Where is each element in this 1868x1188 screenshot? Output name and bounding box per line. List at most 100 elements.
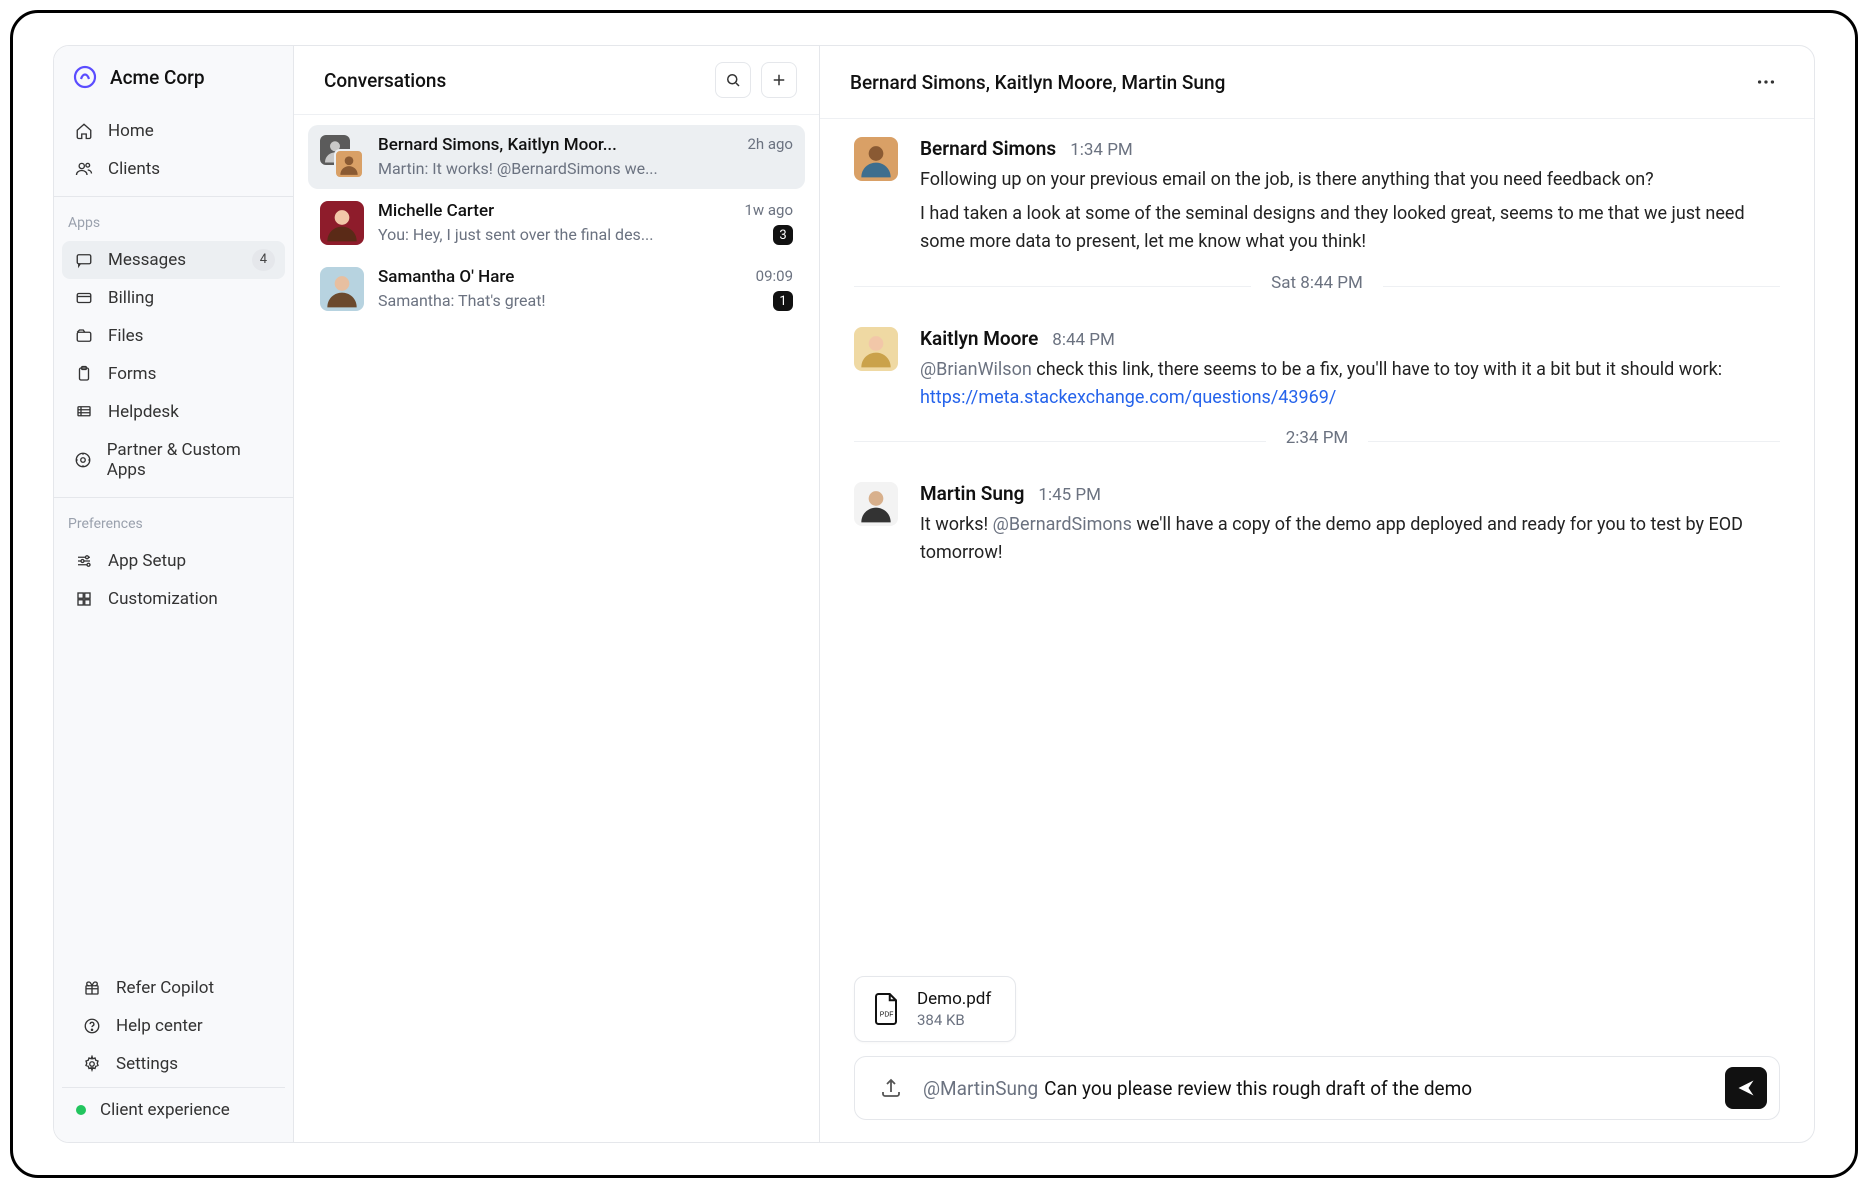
- sidebar-item-clients[interactable]: Clients: [62, 150, 285, 188]
- conversation-item[interactable]: Michelle Carter You: Hey, I just sent ov…: [308, 191, 805, 255]
- conversation-list-header: Conversations: [294, 46, 819, 115]
- message-link[interactable]: https://meta.stackexchange.com/questions…: [920, 387, 1336, 408]
- setup-icon: [74, 551, 94, 571]
- sidebar-item-refer[interactable]: Refer Copilot: [70, 969, 277, 1007]
- sidebar-item-label: Files: [108, 326, 143, 346]
- conversation-list: Conversations: [294, 46, 820, 1142]
- sidebar-item-forms[interactable]: Forms: [62, 355, 285, 393]
- conversation-time: 09:09: [756, 267, 793, 285]
- plus-icon: [770, 71, 788, 89]
- chat-header-title: Bernard Simons, Kaitlyn Moore, Martin Su…: [850, 71, 1225, 94]
- sidebar-item-help-center[interactable]: Help center: [70, 1007, 277, 1045]
- unread-badge: 3: [773, 225, 793, 245]
- chat-more-button[interactable]: [1748, 64, 1784, 100]
- sidebar-item-billing[interactable]: Billing: [62, 279, 285, 317]
- file-pdf-icon: PDF: [871, 991, 901, 1027]
- billing-icon: [74, 288, 94, 308]
- sidebar-item-label: Home: [108, 121, 154, 141]
- upload-button[interactable]: [877, 1074, 905, 1102]
- avatar: [854, 137, 898, 181]
- message-author: Bernard Simons: [920, 137, 1056, 160]
- time-divider: 2:34 PM: [854, 441, 1780, 462]
- brand-logo-icon: [72, 64, 98, 90]
- conversation-time: 2h ago: [747, 135, 793, 153]
- message-time: 1:34 PM: [1070, 140, 1133, 160]
- sidebar-item-label: Settings: [116, 1054, 178, 1074]
- conversation-item[interactable]: Bernard Simons, Kaitlyn Moor... Martin: …: [308, 125, 805, 189]
- conversation-snippet: Samantha: That's great!: [378, 291, 678, 310]
- conversation-time: 1w ago: [744, 201, 793, 219]
- send-button[interactable]: [1725, 1067, 1767, 1109]
- forms-icon: [74, 364, 94, 384]
- status-dot-icon: [76, 1105, 86, 1115]
- mention[interactable]: @BernardSimons: [993, 514, 1132, 535]
- attachment-chip[interactable]: PDF Demo.pdf 384 KB: [854, 976, 1016, 1042]
- sidebar-item-partner-apps[interactable]: Partner & Custom Apps: [62, 431, 285, 489]
- nav-section-apps-label: Apps: [54, 201, 293, 237]
- client-experience[interactable]: Client experience: [62, 1087, 285, 1130]
- sidebar-item-customization[interactable]: Customization: [62, 580, 285, 618]
- message-body: @BrianWilson check this link, there seem…: [920, 356, 1780, 412]
- home-icon: [74, 121, 94, 141]
- search-button[interactable]: [715, 62, 751, 98]
- chat-body: Bernard Simons 1:34 PM Following up on y…: [820, 119, 1814, 976]
- send-icon: [1736, 1078, 1756, 1098]
- sidebar-item-label: Messages: [108, 250, 186, 270]
- brand[interactable]: Acme Corp: [54, 46, 293, 108]
- attachment-size: 384 KB: [917, 1011, 991, 1029]
- conversation-item[interactable]: Samantha O' Hare Samantha: That's great!…: [308, 257, 805, 321]
- chat-panel: Bernard Simons, Kaitlyn Moore, Martin Su…: [820, 46, 1814, 1142]
- sidebar-item-label: App Setup: [108, 551, 186, 571]
- sidebar-item-label: Billing: [108, 288, 154, 308]
- partner-icon: [74, 450, 93, 470]
- conversation-title: Samantha O' Hare: [378, 267, 678, 287]
- sidebar-item-messages[interactable]: Messages 4: [62, 241, 285, 279]
- chat-message: Kaitlyn Moore 8:44 PM @BrianWilson check…: [854, 327, 1780, 418]
- avatar: [854, 327, 898, 371]
- svg-text:PDF: PDF: [880, 1012, 894, 1019]
- gear-icon: [82, 1054, 102, 1074]
- composer: @MartinSung Can you please review this r…: [854, 1056, 1780, 1120]
- time-divider: Sat 8:44 PM: [854, 286, 1780, 307]
- help-icon: [82, 1016, 102, 1036]
- files-icon: [74, 326, 94, 346]
- chat-message: Bernard Simons 1:34 PM Following up on y…: [854, 137, 1780, 262]
- message-author: Martin Sung: [920, 482, 1024, 505]
- client-experience-label: Client experience: [100, 1100, 230, 1120]
- unread-badge: 1: [773, 291, 793, 311]
- sidebar-item-files[interactable]: Files: [62, 317, 285, 355]
- sidebar-item-home[interactable]: Home: [62, 112, 285, 150]
- messages-badge: 4: [252, 249, 275, 271]
- message-body: Following up on your previous email on t…: [920, 166, 1780, 256]
- nav-top: Home Clients: [54, 108, 293, 192]
- avatar: [854, 482, 898, 526]
- new-conversation-button[interactable]: [761, 62, 797, 98]
- conversation-title: Bernard Simons, Kaitlyn Moor...: [378, 135, 678, 155]
- sidebar: Acme Corp Home Clients Apps: [54, 46, 294, 1142]
- conversation-title: Michelle Carter: [378, 201, 678, 221]
- sidebar-item-label: Customization: [108, 589, 218, 609]
- avatar: [320, 267, 364, 311]
- mention[interactable]: @BrianWilson: [920, 359, 1032, 380]
- message-author: Kaitlyn Moore: [920, 327, 1038, 350]
- upload-icon: [879, 1076, 903, 1100]
- sidebar-item-helpdesk[interactable]: Helpdesk: [62, 393, 285, 431]
- chat-header: Bernard Simons, Kaitlyn Moore, Martin Su…: [820, 46, 1814, 119]
- chat-message: Martin Sung 1:45 PM It works! @BernardSi…: [854, 482, 1780, 573]
- sidebar-item-label: Forms: [108, 364, 156, 384]
- clients-icon: [74, 159, 94, 179]
- composer-input[interactable]: @MartinSung Can you please review this r…: [923, 1077, 1707, 1100]
- helpdesk-icon: [74, 402, 94, 422]
- more-icon: [1755, 71, 1777, 93]
- nav-prefs: App Setup Customization: [54, 538, 293, 622]
- avatar: [320, 201, 364, 245]
- sidebar-item-label: Refer Copilot: [116, 978, 214, 998]
- nav-section-prefs-label: Preferences: [54, 502, 293, 538]
- message-body: It works! @BernardSimons we'll have a co…: [920, 511, 1780, 567]
- gift-icon: [82, 978, 102, 998]
- sidebar-item-app-setup[interactable]: App Setup: [62, 542, 285, 580]
- sidebar-item-settings[interactable]: Settings: [70, 1045, 277, 1083]
- sidebar-item-label: Clients: [108, 159, 160, 179]
- conversation-snippet: You: Hey, I just sent over the final des…: [378, 225, 678, 244]
- search-icon: [724, 71, 742, 89]
